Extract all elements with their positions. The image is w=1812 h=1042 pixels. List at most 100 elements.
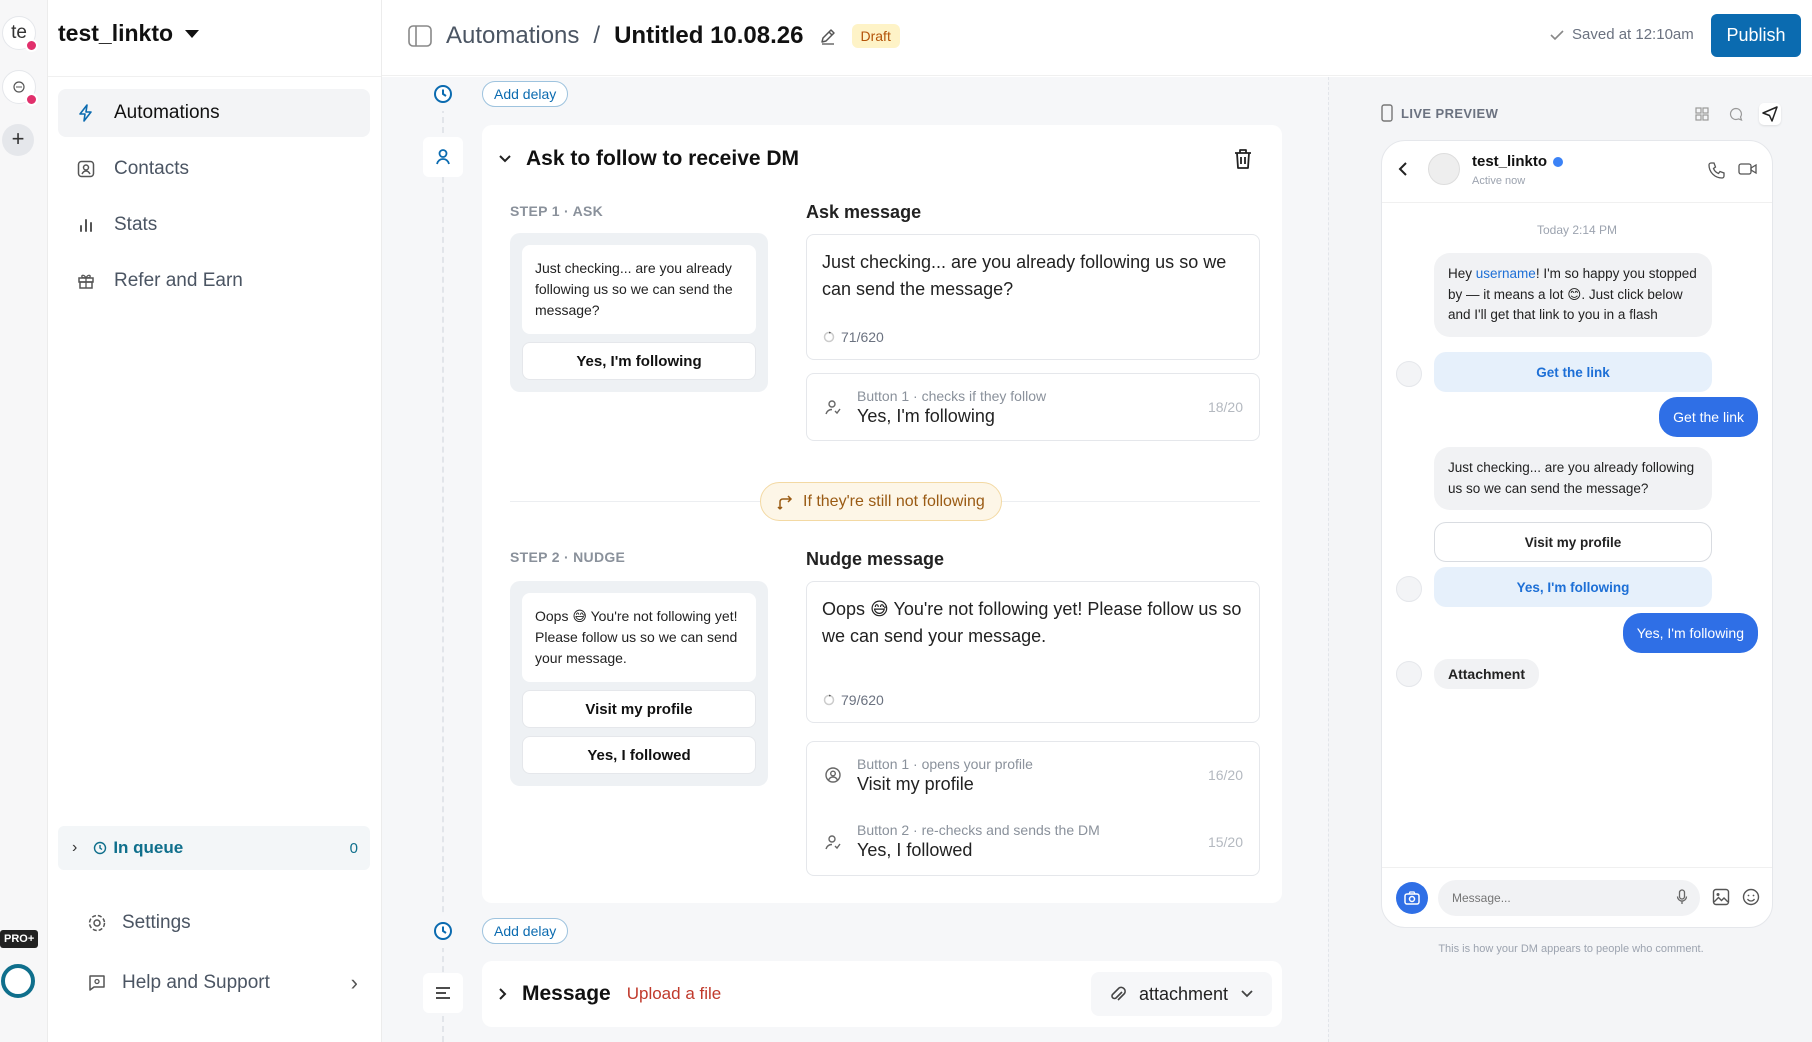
video-call-icon: [1738, 163, 1757, 175]
message-input: [1438, 880, 1700, 916]
brand-logo: [1, 964, 35, 998]
button-meta: Button 1 · opens your profile: [857, 755, 1033, 772]
incoming-message-2: Just checking... are you already followi…: [1434, 447, 1712, 510]
caret-down-icon: [185, 29, 200, 38]
sidebar-item-automations[interactable]: Automations: [58, 89, 370, 137]
sidebar-item-label: Contacts: [114, 158, 189, 179]
sidebar-item-contacts[interactable]: Contacts: [58, 145, 370, 193]
top-header: Automations / Untitled 10.08.26 Draft Sa…: [382, 0, 1812, 76]
step2-preview-bubble: Oops 😅 You're not following yet! Please …: [522, 593, 756, 682]
settings-link[interactable]: Settings: [86, 912, 191, 934]
divider: [48, 76, 381, 77]
in-queue-row[interactable]: › In queue 0: [58, 826, 370, 870]
save-status: Saved at 12:10am: [1550, 26, 1694, 43]
ask-message-input[interactable]: Just checking... are you already followi…: [806, 234, 1260, 360]
clock-icon: [434, 85, 452, 103]
edit-pencil-icon[interactable]: [818, 26, 838, 46]
outgoing-reply-get-link: Get the link: [1659, 397, 1758, 437]
nudge-message-text: Oops 😅 You're not following yet! Please …: [822, 599, 1242, 646]
back-arrow-icon: [1398, 162, 1407, 176]
add-account-button[interactable]: +: [2, 124, 34, 156]
message-type-select[interactable]: attachment: [1090, 972, 1272, 1016]
camera-icon: [1396, 882, 1428, 914]
branch-condition-pill: If they're still not following: [760, 482, 1002, 521]
preview-footnote: This is how your DM appears to people wh…: [1438, 943, 1704, 955]
image-icon: [1712, 888, 1730, 906]
emoji-icon: [1742, 888, 1760, 906]
step1-button-1-field[interactable]: Button 1 · checks if they follow Yes, I'…: [806, 373, 1260, 441]
step2-button-2-field[interactable]: Button 2 · re-checks and sends the DM Ye…: [806, 808, 1260, 876]
message-step-title: Message: [522, 982, 611, 1005]
step1-label: STEP 1 · ASK: [510, 203, 604, 219]
account-avatar-secondary[interactable]: [2, 70, 38, 106]
settings-label: Settings: [122, 912, 191, 933]
step2-label: STEP 2 · NUDGE: [510, 549, 626, 565]
sidebar-toggle-icon[interactable]: [408, 25, 432, 47]
workspace-switcher[interactable]: test_linkto: [58, 20, 200, 47]
nudge-message-input[interactable]: Oops 😅 You're not following yet! Please …: [806, 581, 1260, 723]
card-title: Ask to follow to receive DM: [526, 147, 800, 170]
flow-canvas: Add delay Ask to follow to receive DM ST…: [382, 77, 1328, 1042]
chevron-right-icon: ›: [350, 970, 358, 995]
bolt-icon: [74, 101, 98, 125]
verified-badge-icon: [1553, 156, 1564, 167]
phone-icon: [1381, 104, 1393, 122]
grid-view-icon[interactable]: [1691, 103, 1713, 125]
breadcrumb-automations[interactable]: Automations: [446, 22, 579, 50]
delay-node-icon: [426, 914, 460, 948]
help-label: Help and Support: [122, 972, 270, 993]
follow-step-node: [423, 137, 463, 177]
username-token: username: [1475, 266, 1536, 281]
account-rail: te + PRO+: [0, 0, 48, 1042]
user-follow-icon: [436, 149, 450, 165]
live-preview-heading: LIVE PREVIEW: [1401, 105, 1499, 121]
char-counter: 71/620: [841, 329, 884, 345]
flow-connector-line: [442, 77, 444, 1042]
button-char-count: 15/20: [1207, 833, 1243, 850]
comment-view-icon[interactable]: [1725, 103, 1747, 125]
quick-reply-get-link: Get the link: [1434, 352, 1712, 392]
add-delay-button[interactable]: Add delay: [482, 81, 569, 107]
chat-input-bar: [1382, 867, 1772, 927]
step1-preview-bubble: Just checking... are you already followi…: [522, 245, 756, 334]
sidebar-item-refer-and-earn[interactable]: Refer and Earn: [58, 257, 370, 305]
add-delay-button[interactable]: Add delay: [482, 918, 569, 944]
help-chat-icon: [89, 975, 105, 991]
user-check-icon: [823, 398, 843, 416]
chevron-down-icon[interactable]: [498, 154, 512, 164]
upload-file-link[interactable]: Upload a file: [627, 984, 722, 1004]
saved-text: Saved at 12:10am: [1572, 26, 1694, 43]
in-queue-count: 0: [349, 839, 358, 857]
button-meta: Button 1 · checks if they follow: [857, 387, 1047, 404]
instagram-icon: [25, 93, 38, 106]
chevron-right-icon[interactable]: [498, 987, 508, 1001]
outgoing-reply-following: Yes, I'm following: [1622, 613, 1758, 653]
pro-badge: PRO+: [0, 930, 39, 948]
step1-preview-button: Yes, I'm following: [522, 342, 756, 380]
ask-message-label: Ask message: [806, 202, 922, 222]
live-preview-panel: LIVE PREVIEW test_linkto Active now Toda…: [1328, 77, 1812, 1042]
chat-contact-status: Active now: [1472, 175, 1526, 187]
user-check-icon: [823, 833, 843, 851]
help-and-support-link[interactable]: Help and Support ›: [86, 970, 358, 996]
message-type-value: attachment: [1138, 983, 1228, 1004]
button-text: Yes, I'm following: [857, 405, 995, 426]
step2-button-1-field[interactable]: Button 1 · opens your profile Visit my p…: [806, 741, 1260, 809]
sidebar-item-label: Automations: [114, 102, 220, 123]
ask-to-follow-card: Ask to follow to receive DM STEP 1 · ASK…: [482, 125, 1282, 903]
account-avatar-test-linkto[interactable]: te: [2, 16, 38, 52]
instagram-icon: [25, 39, 38, 52]
paperclip-icon: [1111, 986, 1126, 1001]
sidebar: test_linkto Automations Contacts Stats R…: [48, 0, 382, 1042]
dm-view-icon[interactable]: [1759, 103, 1781, 125]
chat-contact-name: test_linkto: [1472, 153, 1548, 170]
step2-preview-button-2: Yes, I followed: [522, 736, 756, 774]
quick-reply-following: Yes, I'm following: [1434, 567, 1712, 607]
publish-button[interactable]: Publish: [1711, 14, 1801, 57]
trash-icon[interactable]: [1232, 147, 1254, 171]
clock-icon: [434, 922, 452, 940]
chat-timestamp: Today 2:14 PM: [1536, 223, 1618, 237]
phone-mockup: test_linkto Active now Today 2:14 PM Hey…: [1381, 140, 1773, 928]
sidebar-item-stats[interactable]: Stats: [58, 201, 370, 249]
sidebar-item-label: Refer and Earn: [114, 270, 243, 291]
